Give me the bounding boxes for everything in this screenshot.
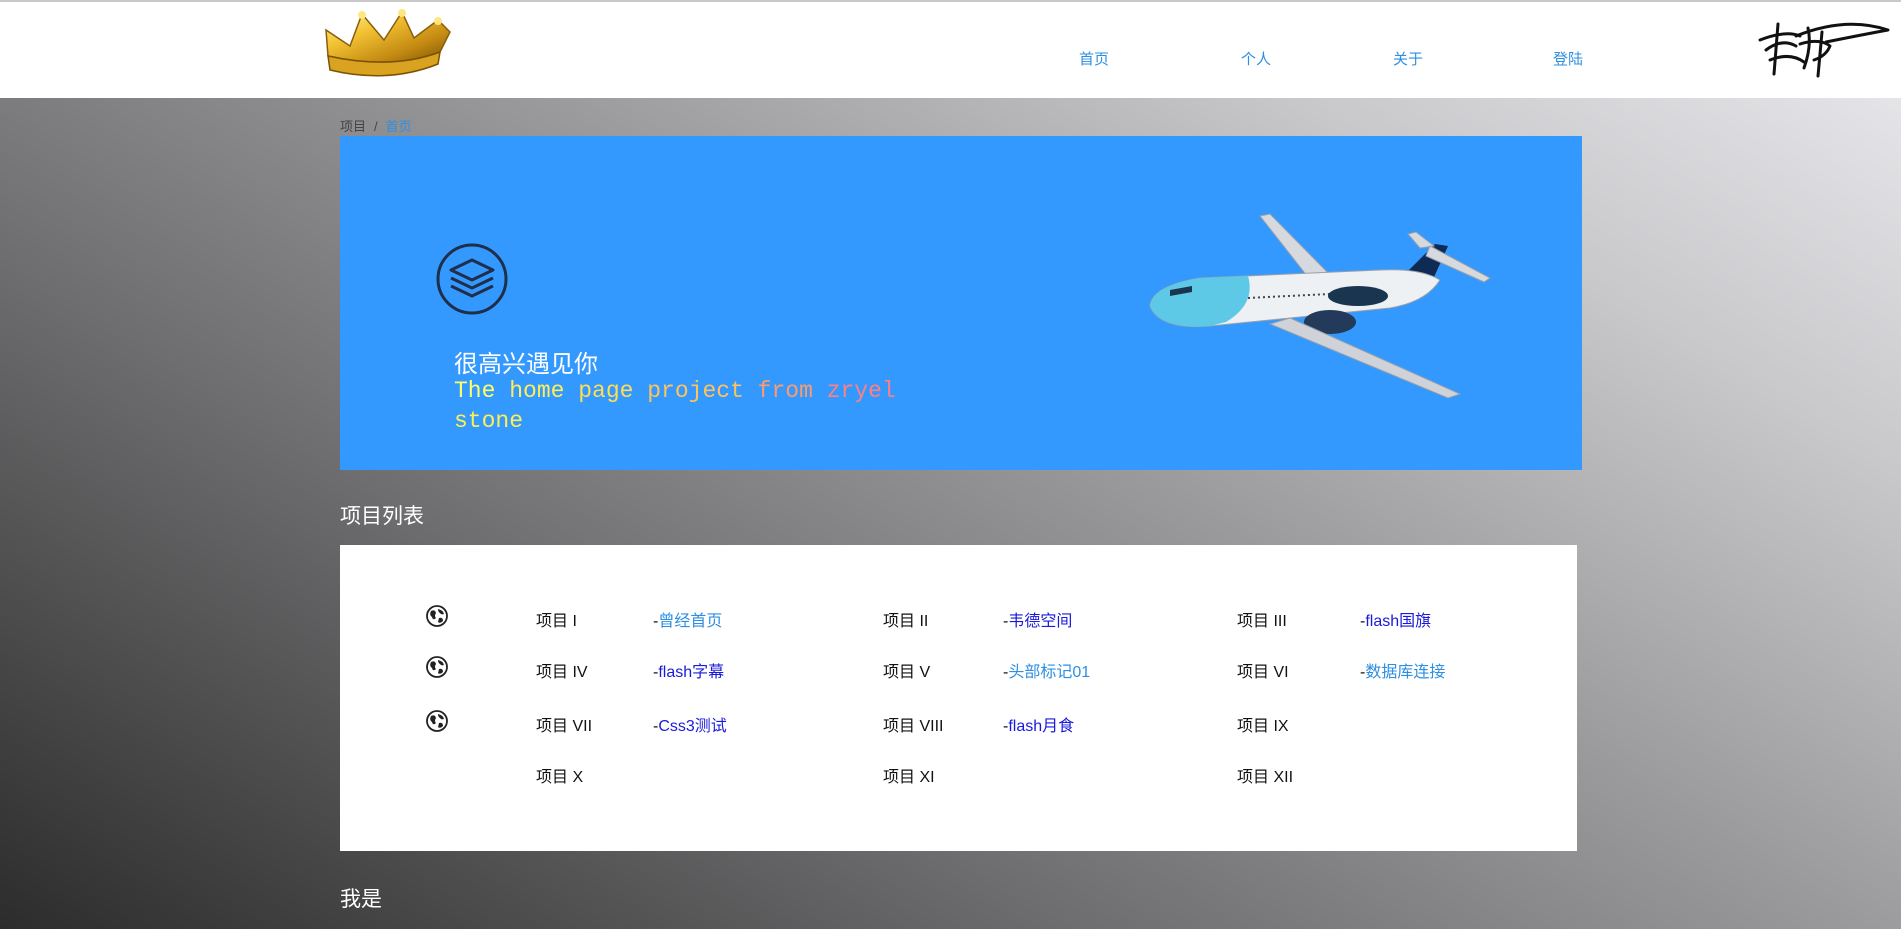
nav-login-link[interactable]: 登陆: [1553, 48, 1583, 69]
nav-personal-link[interactable]: 个人: [1241, 48, 1271, 69]
hero-subtitle-word: from: [757, 378, 827, 404]
globe-icon: [426, 710, 448, 732]
project-label: 项目 VIII: [883, 718, 944, 735]
project-link-text[interactable]: 头部标记01: [1008, 664, 1090, 681]
project-link-text[interactable]: 韦德空间: [1008, 613, 1072, 630]
project-link-text[interactable]: flash月食: [1008, 718, 1074, 735]
about-section-title: 我是: [340, 888, 382, 911]
project-label: 项目 I: [536, 613, 577, 630]
breadcrumb-current[interactable]: 首页: [386, 119, 412, 134]
project-label: 项目 II: [883, 613, 929, 630]
hero-subtitle-word: page: [578, 378, 648, 404]
layers-icon: [436, 243, 508, 315]
project-label: 项目 III: [1237, 613, 1287, 630]
project-link[interactable]: -韦德空间: [1003, 607, 1072, 631]
project-label: 项目 IV: [536, 664, 588, 681]
project-link[interactable]: -数据库连接: [1360, 658, 1445, 682]
project-link-text[interactable]: flash字幕: [658, 664, 724, 681]
project-link-text[interactable]: 曾经首页: [658, 613, 722, 630]
project-link[interactable]: -flash字幕: [653, 658, 724, 682]
project-link-text[interactable]: 数据库连接: [1365, 664, 1445, 681]
project-label: 项目 VI: [1237, 664, 1289, 681]
hero-subtitle-word: stone: [454, 408, 524, 434]
project-label: 项目 XI: [883, 769, 935, 786]
crown-icon[interactable]: [322, 8, 456, 82]
project-label: 项目 IX: [1237, 718, 1289, 735]
nav-about-link[interactable]: 关于: [1393, 48, 1423, 69]
project-label: 项目 XII: [1237, 769, 1294, 786]
projects-section-title: 项目列表: [340, 505, 424, 528]
hero-subtitle: The home page project from zryel stone: [454, 376, 896, 436]
top-header: 首页 个人 关于 登陆: [0, 0, 1901, 98]
breadcrumb: 项目 / 首页: [340, 116, 412, 135]
hero-subtitle-word: The: [454, 378, 510, 404]
hero-subtitle-word: home: [509, 378, 579, 404]
hero-banner: 很高兴遇见你 The home page project from zryel s…: [340, 136, 1582, 470]
project-list-panel: 项目 I -曾经首页 项目 II -韦德空间 项目 III -flash国旗 项…: [340, 545, 1577, 851]
project-link[interactable]: -曾经首页: [653, 607, 722, 631]
globe-icon: [426, 656, 448, 678]
project-link-text[interactable]: Css3测试: [658, 718, 726, 735]
project-link[interactable]: -flash国旗: [1360, 607, 1431, 631]
signature-icon: [1758, 22, 1890, 78]
hero-subtitle-word: project: [647, 378, 758, 404]
project-label: 项目 V: [883, 664, 931, 681]
project-label: 项目 X: [536, 769, 584, 786]
breadcrumb-parent[interactable]: 项目: [340, 119, 366, 134]
hero-subtitle-word: zryel: [826, 378, 896, 404]
project-link-text[interactable]: flash国旗: [1365, 613, 1431, 630]
globe-icon: [426, 605, 448, 627]
project-link[interactable]: -flash月食: [1003, 712, 1074, 736]
project-label: 项目 VII: [536, 718, 593, 735]
project-link[interactable]: -Css3测试: [653, 712, 727, 736]
hero-title: 很高兴遇见你: [454, 350, 598, 378]
project-link[interactable]: -头部标记01: [1003, 658, 1090, 682]
nav-home-link[interactable]: 首页: [1079, 48, 1109, 69]
airplane-image: [1149, 213, 1491, 399]
breadcrumb-separator: /: [374, 119, 378, 134]
